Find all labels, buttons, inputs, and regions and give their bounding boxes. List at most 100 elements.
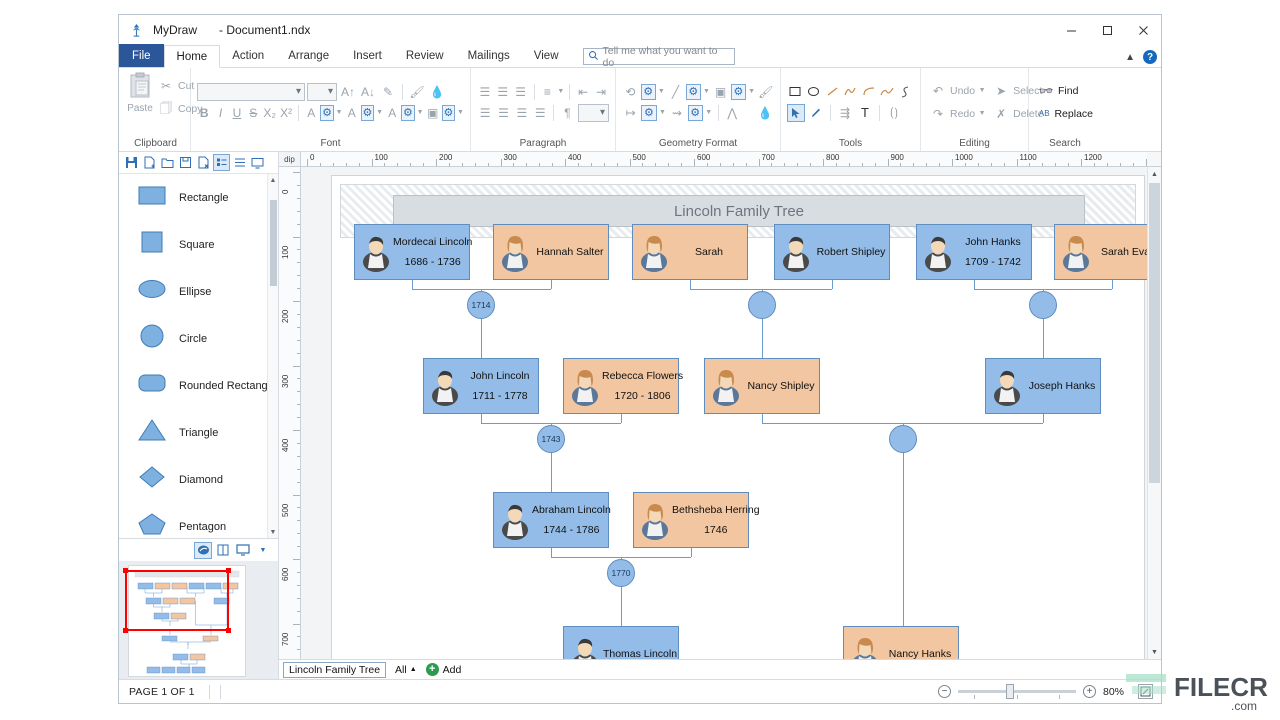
help-icon[interactable]: ? xyxy=(1143,50,1157,64)
person-node[interactable]: Nancy Shipley xyxy=(704,358,820,414)
chevron-up-icon[interactable]: ▲ xyxy=(1125,52,1135,63)
tab-review[interactable]: Review xyxy=(394,44,456,67)
end-arrow-gear-icon[interactable]: ⚙ xyxy=(688,105,703,121)
paste-button[interactable]: Paste xyxy=(127,72,153,114)
marriage-node[interactable] xyxy=(1029,291,1057,319)
connector-line[interactable] xyxy=(832,280,833,289)
person-node[interactable]: Abraham Lincoln1744 - 1786 xyxy=(493,492,609,548)
marriage-node[interactable] xyxy=(748,291,776,319)
paragraph-marks-icon[interactable]: ¶ xyxy=(559,104,575,122)
zoom-in-icon[interactable]: + xyxy=(1083,685,1096,698)
scroll-down-icon[interactable]: ▼ xyxy=(268,526,278,538)
person-node[interactable]: Thomas Lincoln xyxy=(563,626,679,659)
new-document-icon[interactable] xyxy=(141,154,158,171)
navigator-thumbnail[interactable] xyxy=(119,561,278,679)
shape-item-ellipse[interactable]: Ellipse xyxy=(119,268,278,315)
tab-file[interactable]: File xyxy=(119,44,164,67)
tab-mailings[interactable]: Mailings xyxy=(456,44,522,67)
connector-line[interactable] xyxy=(903,453,904,626)
undo-button[interactable]: ↶ Undo ▼ xyxy=(927,81,988,101)
shape-item-circle[interactable]: Circle xyxy=(119,315,278,362)
pipette-icon[interactable]: 🖌 xyxy=(757,83,774,101)
shrink-font-icon[interactable]: A↓ xyxy=(359,83,377,101)
viewport-handle[interactable] xyxy=(123,568,128,573)
shapes-scrollbar[interactable]: ▲ ▼ xyxy=(267,174,278,538)
scroll-down-icon[interactable]: ▼ xyxy=(1148,645,1161,659)
person-node[interactable]: Robert Shipley xyxy=(774,224,890,280)
increase-indent-icon[interactable]: ⇥ xyxy=(593,83,609,101)
align-middle-icon[interactable]: ☰ xyxy=(495,83,511,101)
chevron-down-icon[interactable]: ▼ xyxy=(658,88,665,95)
minimize-icon[interactable] xyxy=(1053,15,1089,45)
chevron-down-icon[interactable]: ▼ xyxy=(376,109,383,116)
arc-tool-icon[interactable] xyxy=(861,83,877,101)
zoom-slider-thumb[interactable] xyxy=(1006,684,1014,699)
clear-formatting-icon[interactable]: ✎ xyxy=(379,83,397,101)
text-outline-icon[interactable]: A xyxy=(385,104,399,122)
connector-line[interactable] xyxy=(481,319,482,358)
bold-icon[interactable]: B xyxy=(197,104,211,122)
viewport-handle[interactable] xyxy=(123,628,128,633)
subscript-icon[interactable]: X₂ xyxy=(263,104,277,122)
align-top-icon[interactable]: ☰ xyxy=(477,83,493,101)
chevron-down-icon[interactable]: ▼ xyxy=(417,109,424,116)
tab-view[interactable]: View xyxy=(522,44,571,67)
italic-icon[interactable]: I xyxy=(213,104,227,122)
brush-icon[interactable]: 💧 xyxy=(428,83,446,101)
grid-view-icon[interactable] xyxy=(213,154,230,171)
save-as-icon[interactable] xyxy=(177,154,194,171)
pan-tool-icon[interactable] xyxy=(194,542,212,559)
person-node[interactable]: Rebecca Flowers1720 - 1806 xyxy=(563,358,679,414)
person-node[interactable]: Mordecai Lincoln1686 - 1736 xyxy=(354,224,470,280)
text-shadow-icon[interactable]: ▣ xyxy=(426,104,440,122)
marriage-node[interactable] xyxy=(889,425,917,453)
replace-button[interactable]: AB Replace xyxy=(1035,104,1095,124)
strikethrough-icon[interactable]: S xyxy=(246,104,260,122)
shape-item-rectangle[interactable]: Rectangle xyxy=(119,174,278,221)
scroll-up-icon[interactable]: ▲ xyxy=(1148,167,1161,181)
grow-font-icon[interactable]: A↑ xyxy=(339,83,357,101)
pointer-tool-icon[interactable] xyxy=(787,104,805,122)
fill-icon[interactable]: ⟲ xyxy=(622,83,639,101)
scroll-up-icon[interactable]: ▲ xyxy=(268,174,278,186)
font-family-select[interactable]: ▾ xyxy=(197,83,305,101)
align-left-icon[interactable]: ☰ xyxy=(477,104,493,122)
tab-action[interactable]: Action xyxy=(220,44,276,67)
align-center-icon[interactable]: ☰ xyxy=(495,104,511,122)
add-page-button[interactable]: + Add xyxy=(426,663,462,676)
close-icon[interactable] xyxy=(1125,15,1161,45)
font-color-icon[interactable]: A xyxy=(304,104,318,122)
tell-me-search-box[interactable]: Tell me what you want to do xyxy=(583,48,735,65)
person-node[interactable]: John Lincoln1711 - 1778 xyxy=(423,358,539,414)
begin-arrow-gear-icon[interactable]: ⚙ xyxy=(641,105,656,121)
connector-line[interactable] xyxy=(690,280,691,289)
align-bottom-icon[interactable]: ☰ xyxy=(513,83,529,101)
zoom-out-icon[interactable]: − xyxy=(938,685,951,698)
line-tool-icon[interactable] xyxy=(824,83,840,101)
bezier-tool-icon[interactable] xyxy=(898,83,914,101)
polyline-tool-icon[interactable] xyxy=(842,83,858,101)
connector-style-icon[interactable]: ⋀ xyxy=(724,104,741,122)
viewport-handle[interactable] xyxy=(226,568,231,573)
marriage-node[interactable]: 1770 xyxy=(607,559,635,587)
person-node[interactable]: Sarah xyxy=(632,224,748,280)
horizontal-ruler[interactable]: 0100200300400500600700800900100011001200… xyxy=(301,152,1147,167)
open-folder-icon[interactable] xyxy=(159,154,176,171)
format-painter-icon[interactable]: 🖌 xyxy=(408,83,426,101)
chevron-down-icon[interactable]: ▼ xyxy=(557,88,564,95)
connector-line[interactable] xyxy=(551,548,552,557)
chevron-down-icon[interactable]: ▼ xyxy=(703,88,710,95)
rectangle-tool-icon[interactable] xyxy=(787,83,803,101)
fill-gear-icon[interactable]: ⚙ xyxy=(641,84,656,100)
shape-item-pentagon[interactable]: Pentagon xyxy=(119,503,278,539)
bullets-icon[interactable]: ≡ xyxy=(539,83,555,101)
person-node[interactable]: Joseph Hanks xyxy=(985,358,1101,414)
justify-icon[interactable]: ☰ xyxy=(532,104,548,122)
family-tree-diagram[interactable]: Lincoln Family Tree Mordecai Lincoln1686… xyxy=(332,176,1144,659)
canvas-vertical-scrollbar[interactable]: ▲ ▼ xyxy=(1147,167,1161,659)
connector-line[interactable] xyxy=(690,289,832,290)
person-node[interactable]: Sarah Evans xyxy=(1054,224,1147,280)
begin-arrow-icon[interactable]: ↦ xyxy=(622,104,639,122)
align-right-icon[interactable]: ☰ xyxy=(514,104,530,122)
find-button[interactable]: 👓 Find xyxy=(1035,81,1095,101)
